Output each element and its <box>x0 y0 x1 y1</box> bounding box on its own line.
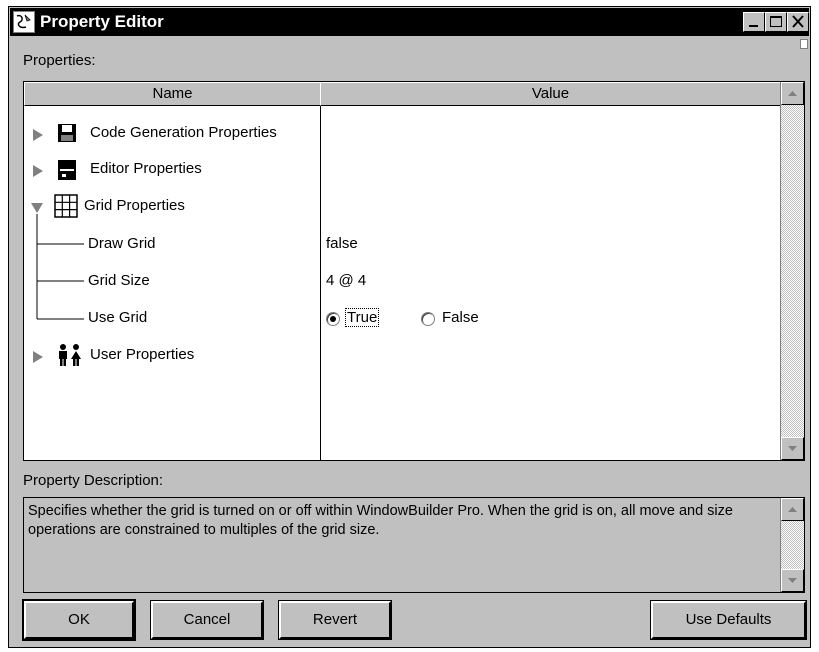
description-scrollbar[interactable] <box>780 498 804 592</box>
grid-label: Grid Properties <box>84 197 185 214</box>
property-row-grid-size[interactable]: Grid Size 4 @ 4 <box>24 267 804 297</box>
triangle-down-icon[interactable] <box>30 202 44 214</box>
description-box: Specifies whether the grid is turned on … <box>23 497 805 593</box>
grid-icon <box>54 194 78 218</box>
grid-size-value[interactable]: 4 @ 4 <box>326 272 366 289</box>
editor-label: Editor Properties <box>90 160 202 177</box>
property-editor-window: Property Editor Properties: Name Value C… <box>8 6 811 648</box>
use-grid-true-label[interactable]: True <box>344 308 380 327</box>
desc-scroll-up-button[interactable] <box>781 498 804 521</box>
triangle-right-icon[interactable] <box>32 128 44 142</box>
tree-item-user[interactable]: User Properties <box>24 341 804 371</box>
property-row-use-grid[interactable]: Use Grid True False <box>24 304 804 334</box>
ok-button[interactable]: OK <box>22 599 136 641</box>
app-icon <box>13 11 35 33</box>
property-grid: Name Value Code Generation Properties Ed… <box>23 81 805 461</box>
desc-scroll-down-button[interactable] <box>781 569 804 592</box>
description-label: Property Description: <box>23 472 164 489</box>
floppy-disk-icon <box>58 124 76 142</box>
triangle-right-icon[interactable] <box>32 350 44 364</box>
minimize-button[interactable] <box>743 12 765 32</box>
use-grid-false-radio[interactable] <box>421 312 435 326</box>
code-generation-label: Code Generation Properties <box>90 124 277 141</box>
property-row-draw-grid[interactable]: Draw Grid false <box>24 230 804 260</box>
use-defaults-button[interactable]: Use Defaults <box>650 600 807 640</box>
scroll-up-button[interactable] <box>781 82 804 105</box>
column-header-value[interactable]: Value <box>320 82 781 106</box>
close-button[interactable] <box>787 12 809 32</box>
draw-grid-label: Draw Grid <box>88 235 156 252</box>
arrow-up-icon <box>788 91 797 96</box>
revert-button[interactable]: Revert <box>278 600 392 640</box>
user-label: User Properties <box>90 346 195 363</box>
maximize-button[interactable] <box>765 12 787 32</box>
cancel-button[interactable]: Cancel <box>150 600 264 640</box>
window-title: Property Editor <box>40 12 164 31</box>
maximize-icon <box>770 16 782 27</box>
tree-item-grid[interactable]: Grid Properties <box>24 192 804 222</box>
properties-label: Properties: <box>23 52 96 69</box>
scroll-down-button[interactable] <box>781 437 804 460</box>
description-text: Specifies whether the grid is turned on … <box>28 503 733 538</box>
users-icon <box>59 344 81 366</box>
editor-window-icon <box>58 160 76 180</box>
grid-size-label: Grid Size <box>88 272 150 289</box>
tree-item-editor[interactable]: Editor Properties <box>24 155 804 185</box>
arrow-down-icon <box>788 578 797 583</box>
close-icon <box>792 15 804 28</box>
draw-grid-value[interactable]: false <box>326 235 358 252</box>
use-grid-label: Use Grid <box>88 309 148 326</box>
use-grid-false-label[interactable]: False <box>442 309 479 326</box>
arrow-down-icon <box>788 446 797 451</box>
arrow-up-icon <box>788 507 797 512</box>
minimize-icon <box>749 25 758 27</box>
size-grip[interactable] <box>800 39 808 49</box>
use-grid-true-radio[interactable] <box>326 312 340 326</box>
triangle-right-icon[interactable] <box>32 164 44 178</box>
tree-item-code-generation[interactable]: Code Generation Properties <box>24 119 804 149</box>
title-bar[interactable]: Property Editor <box>10 8 809 36</box>
